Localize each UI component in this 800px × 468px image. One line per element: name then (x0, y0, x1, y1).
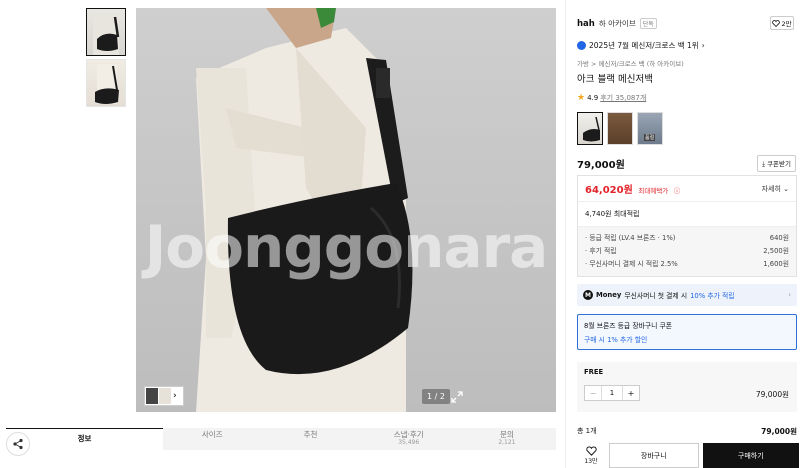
mini-thumb-2 (159, 388, 171, 404)
quantity-value[interactable]: 1 (601, 386, 623, 400)
get-coupon-button[interactable]: ⤓ 쿠폰받기 (757, 155, 796, 172)
max-benefit-price: 64,020원 (585, 185, 633, 196)
thumbnail-1[interactable] (86, 8, 126, 56)
tab-inquiry[interactable]: 문의 2,121 (458, 428, 556, 450)
increase-button[interactable]: + (623, 386, 639, 400)
like-count: 13만 (584, 458, 598, 465)
heart-icon (585, 446, 597, 456)
product-main-image[interactable]: Joonggonara › 1 / 2 (136, 8, 556, 412)
brand-name[interactable]: 하 아카이브 (599, 18, 636, 29)
download-icon: ⤓ (762, 160, 765, 168)
max-benefit-row[interactable]: 64,020원 최대혜택가 ⓘ 자세히 ⌄ (578, 176, 796, 202)
brand-row[interactable]: hah 하 아카이브 단독 (577, 18, 657, 29)
info-icon: ⓘ (673, 187, 681, 195)
brand-logo: hah (577, 18, 595, 29)
benefit-box: 64,020원 최대혜택가 ⓘ 자세히 ⌄ 4,740원 최대적립 · 등급 적… (577, 175, 797, 277)
decrease-button[interactable]: − (585, 386, 601, 400)
ranking-medal-icon (577, 41, 586, 50)
product-tab-bar: 정보 사이즈 추천 스냅·후기 35,496 문의 2,121 (6, 428, 556, 450)
swatch-black[interactable] (577, 112, 603, 145)
money-logo-icon: M (583, 290, 593, 300)
rating-row[interactable]: ★ 4.9 후기 35,087개 (577, 93, 646, 103)
exclusive-badge: 단독 (639, 18, 657, 29)
brand-like-count: 2만 (781, 20, 792, 28)
musinsa-money-banner[interactable]: M Money 무신사머니 첫 결제 시 10% 추가 적립 › (577, 284, 797, 306)
product-title: 아크 블랙 메신저백 (577, 74, 653, 85)
soldout-tag: 품절 (644, 134, 656, 141)
money-highlight: 10% 추가 적립 (690, 292, 735, 300)
ranking-link[interactable]: 2025년 7월 메신저/크로스 백 1위 › (577, 40, 705, 51)
color-swatches: 품절 (577, 112, 663, 145)
coupon-desc: 구매 시 1% 추가 할인 (584, 336, 648, 344)
max-benefit-label: 최대혜택가 (638, 187, 669, 195)
point-breakdown: · 등급 적립 (LV.4 브론즈 · 1%) 640원 · 후기 적립 2,500… (578, 227, 796, 276)
coupon-title: 8월 브론즈 등급 장바구니 쿠폰 (584, 322, 673, 330)
benefit-detail-toggle[interactable]: 자세히 ⌄ (762, 184, 789, 194)
purchase-actions: 13만 장바구니 구매하기 (577, 443, 799, 468)
tab-size[interactable]: 사이즈 (163, 428, 261, 450)
share-icon (13, 438, 23, 450)
breadcrumb[interactable]: 가방 > 메신저/크로스 백 (하 아카이브) (577, 58, 684, 68)
total-value: 79,000원 (761, 427, 797, 436)
product-price: 79,000원 (577, 160, 625, 171)
chevron-right-icon: › (173, 391, 177, 401)
rating-value: 4.9 (587, 94, 599, 102)
quantity-stepper: − 1 + (584, 385, 640, 401)
expand-icon[interactable] (450, 390, 464, 404)
cart-coupon-box[interactable]: 8월 브론즈 등급 장바구니 쿠폰 구매 시 1% 추가 할인 (577, 314, 797, 350)
review-count-link[interactable]: 후기 35,087개 (600, 93, 646, 103)
selected-option-box: FREE − 1 + 79,000원 (577, 362, 797, 412)
product-info-panel: hah 하 아카이브 단독 2만 2025년 7월 메신저/크로스 백 1위 ›… (565, 0, 800, 468)
thumbnail-list (86, 8, 126, 110)
chevron-right-icon: › (788, 291, 791, 299)
brand-like-button[interactable]: 2만 (770, 16, 794, 30)
ranking-text: 2025년 7월 메신저/크로스 백 1위 (589, 41, 699, 50)
point-row: · 무신사머니 결제 시 적립 2.5% 1,600원 (585, 260, 789, 268)
chevron-down-icon: ⌄ (783, 184, 789, 193)
bag-thumbnail-image (93, 15, 120, 55)
heart-icon (772, 19, 781, 27)
money-text: 무신사머니 첫 결제 시 (624, 292, 688, 300)
tab-reviews[interactable]: 스냅·후기 35,496 (360, 428, 458, 450)
mini-thumb-1 (146, 388, 158, 404)
add-to-cart-button[interactable]: 장바구니 (609, 443, 699, 468)
option-label: FREE (584, 368, 604, 376)
share-button[interactable] (6, 432, 30, 456)
point-row: · 등급 적립 (LV.4 브론즈 · 1%) 640원 (585, 234, 789, 242)
total-label: 총 1개 (577, 427, 597, 435)
swatch-blue[interactable]: 품절 (637, 112, 663, 145)
thumbnail-2[interactable] (86, 59, 126, 107)
watermark-text: Joonggonara (144, 213, 549, 281)
mini-thumbnail-strip[interactable]: › (144, 386, 184, 406)
image-counter: 1 / 2 (422, 389, 450, 404)
chevron-right-icon: › (701, 41, 705, 50)
point-row: · 후기 적립 2,500원 (585, 247, 789, 255)
max-points-line: 4,740원 최대적립 (578, 202, 796, 227)
total-row: 총 1개 79,000원 (577, 426, 797, 437)
money-brand: Money (596, 291, 622, 299)
product-photo (196, 8, 413, 412)
bag-thumbnail-image-2 (95, 64, 119, 104)
buy-now-button[interactable]: 구매하기 (702, 443, 799, 468)
like-button[interactable]: 13만 (577, 443, 605, 468)
tab-recommend[interactable]: 추천 (261, 428, 359, 450)
swatch-brown[interactable] (607, 112, 633, 145)
option-price: 79,000원 (755, 390, 789, 399)
star-icon: ★ (577, 93, 586, 103)
